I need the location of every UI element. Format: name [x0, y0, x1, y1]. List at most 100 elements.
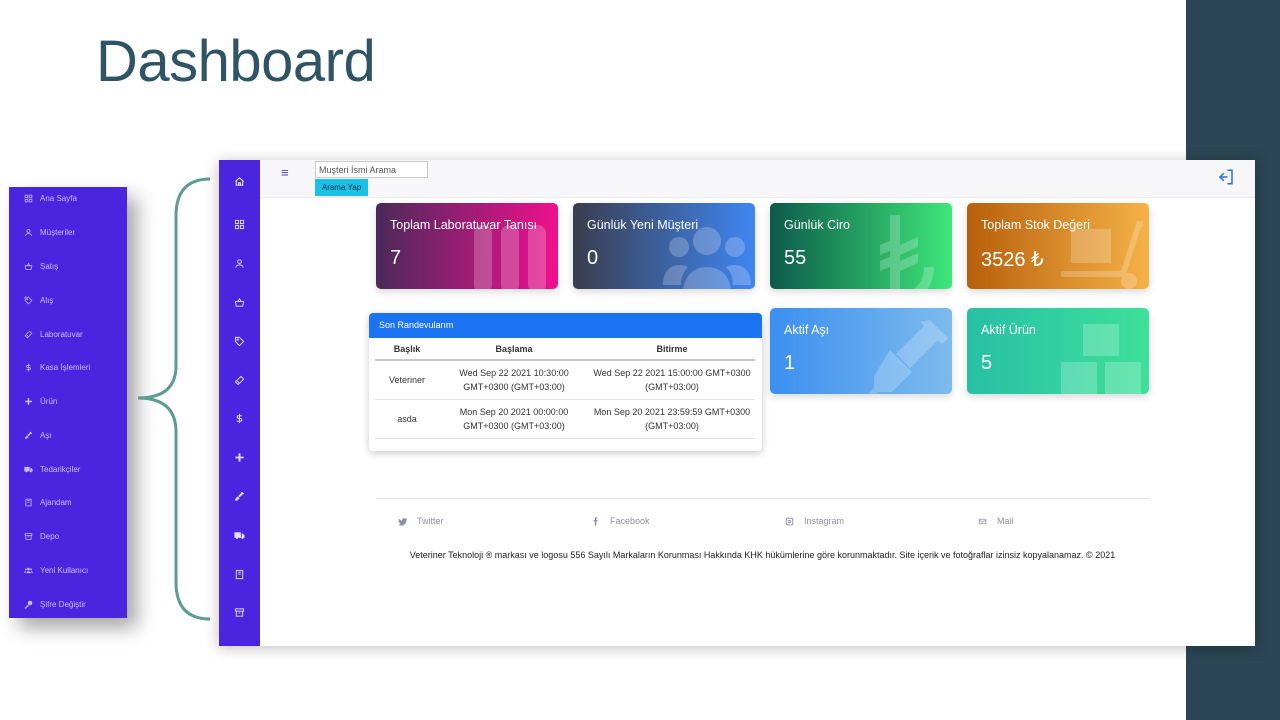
- table-cell: Wed Sep 22 2021 10:30:00 GMT+0300 (GMT+0…: [439, 360, 589, 400]
- column-header: Başlık: [375, 338, 439, 361]
- archive-icon: [22, 530, 34, 542]
- card-value: 7: [390, 247, 402, 269]
- sidebar-item-new-user[interactable]: Yeni Kullanıcı: [9, 560, 127, 580]
- test-tube-icon: [22, 328, 34, 340]
- sidebar-item-warehouse[interactable]: Depo: [9, 526, 127, 546]
- dollar-icon: [22, 361, 34, 373]
- sidebar-item-label: Ürün: [40, 396, 58, 406]
- card-value: 0: [587, 247, 599, 269]
- table-cell: Veteriner: [375, 360, 439, 400]
- card-value: 55: [784, 247, 807, 269]
- appointments-table: Başlık Başlama Bitirme Veteriner Wed Sep…: [375, 338, 755, 439]
- expanded-sidebar: Ana Sayfa Müşteriler Satış Alış Laboratu…: [9, 187, 127, 618]
- column-header: Bitirme: [589, 338, 755, 361]
- card-title: Aktif Aşı: [784, 323, 830, 337]
- panel-header: Son Randevularım: [369, 313, 762, 338]
- home-icon[interactable]: [232, 174, 247, 189]
- syringe-icon: [22, 429, 34, 441]
- truck-icon[interactable]: [232, 528, 247, 543]
- sidebar-item-change-password[interactable]: Şifre Değiştir: [9, 594, 127, 614]
- grid-icon[interactable]: [232, 217, 247, 232]
- syringe-icon[interactable]: [232, 489, 247, 504]
- card-title: Günlük Yeni Müşteri: [587, 218, 699, 232]
- archive-icon[interactable]: [232, 605, 247, 620]
- plus-icon[interactable]: [232, 450, 247, 465]
- dollar-icon[interactable]: [232, 411, 247, 426]
- sidebar-item-label: Yeni Kullanıcı: [40, 565, 89, 575]
- tag-icon: [22, 294, 34, 306]
- sidebar-item-label: Depo: [40, 531, 60, 541]
- key-icon: [22, 598, 34, 610]
- stat-card-lab-tests[interactable]: Toplam Laboratuvar Tanısı 7: [376, 203, 558, 289]
- sidebar-item-home[interactable]: Ana Sayfa: [9, 188, 127, 208]
- user-icon[interactable]: [232, 256, 247, 271]
- test-tube-icon[interactable]: [232, 373, 247, 388]
- instagram-link[interactable]: Instagram: [785, 514, 844, 528]
- mail-icon: [978, 518, 987, 524]
- app-window: ≡ Arama Yap Toplam Laboratuvar Tanısı 7 …: [219, 160, 1255, 646]
- sidebar-item-laboratory[interactable]: Laboratuvar: [9, 324, 127, 344]
- search-button[interactable]: Arama Yap: [315, 179, 368, 196]
- sidebar-item-label: Satış: [40, 261, 59, 271]
- recent-appointments-panel: Son Randevularım Başlık Başlama Bitirme …: [369, 313, 762, 451]
- social-label: Instagram: [804, 516, 845, 526]
- social-label: Facebook: [610, 516, 650, 526]
- facebook-link[interactable]: Facebook: [591, 514, 650, 528]
- table-cell: asda: [375, 399, 439, 439]
- basket-icon: [22, 260, 34, 272]
- copyright-text: Veteriner Teknoloji ® markası ve logosu …: [409, 550, 1116, 560]
- stat-card-daily-revenue[interactable]: Günlük Ciro 55: [770, 203, 952, 289]
- book-icon[interactable]: [232, 567, 247, 582]
- twitter-link[interactable]: Twitter: [398, 514, 444, 528]
- sidebar-item-sales[interactable]: Satış: [9, 256, 127, 276]
- column-header: Başlama: [439, 338, 589, 361]
- boxes-icon: [1057, 320, 1145, 394]
- facebook-icon: [593, 516, 598, 526]
- tag-icon[interactable]: [232, 334, 247, 349]
- stat-card-active-vaccine[interactable]: Aktif Aşı 1: [770, 308, 952, 394]
- sidebar-item-customers[interactable]: Müşteriler: [9, 222, 127, 242]
- sidebar-item-label: Şifre Değiştir: [40, 599, 86, 609]
- hamburger-menu-icon[interactable]: ≡: [281, 165, 289, 180]
- sidebar-item-agenda[interactable]: Ajandam: [9, 492, 127, 512]
- sidebar-item-vaccine[interactable]: Aşı: [9, 425, 127, 445]
- sidebar-item-cash[interactable]: Kasa İşlemleri: [9, 357, 127, 377]
- stat-card-stock-value[interactable]: Toplam Stok Değeri 3526 ₺: [967, 203, 1149, 289]
- sidebar-item-label: Müşteriler: [40, 227, 76, 237]
- instagram-icon: [785, 517, 794, 525]
- card-value: 3526 ₺: [981, 249, 1044, 271]
- slide-title: Dashboard: [96, 29, 376, 94]
- social-label: Twitter: [417, 516, 444, 526]
- mail-link[interactable]: Mail: [978, 514, 1014, 528]
- card-title: Toplam Stok Değeri: [981, 218, 1091, 232]
- card-value: 5: [981, 352, 993, 374]
- card-title: Toplam Laboratuvar Tanısı: [390, 218, 538, 232]
- table-header-row: Başlık Başlama Bitirme: [375, 338, 755, 361]
- sidebar-item-label: Ana Sayfa: [40, 193, 77, 203]
- collapsed-sidebar: [219, 160, 260, 646]
- basket-icon[interactable]: [232, 295, 247, 310]
- sidebar-item-label: Ajandam: [40, 497, 72, 507]
- twitter-icon: [398, 517, 407, 526]
- sidebar-item-purchase[interactable]: Alış: [9, 290, 127, 310]
- sidebar-item-suppliers[interactable]: Tedarikçiler: [9, 459, 127, 479]
- users-icon: [22, 564, 34, 576]
- truck-icon: [22, 463, 34, 475]
- table-cell: Wed Sep 22 2021 15:00:00 GMT+0300 (GMT+0…: [589, 360, 755, 400]
- card-title: Aktif Ürün: [981, 323, 1036, 337]
- lira-icon: [860, 215, 948, 289]
- sidebar-item-label: Alış: [40, 295, 54, 305]
- user-icon: [22, 226, 34, 238]
- stat-card-active-product[interactable]: Aktif Ürün 5: [967, 308, 1149, 394]
- logout-icon[interactable]: [1217, 168, 1235, 186]
- table-row[interactable]: asda Mon Sep 20 2021 00:00:00 GMT+0300 (…: [375, 399, 755, 439]
- customer-search-input[interactable]: [315, 161, 428, 178]
- sidebar-item-label: Kasa İşlemleri: [40, 362, 91, 372]
- table-row[interactable]: Veteriner Wed Sep 22 2021 10:30:00 GMT+0…: [375, 360, 755, 400]
- stat-card-new-customers[interactable]: Günlük Yeni Müşteri 0: [573, 203, 755, 289]
- sidebar-item-label: Tedarikçiler: [40, 464, 81, 474]
- book-icon: [22, 496, 34, 508]
- sidebar-item-product[interactable]: Ürün: [9, 391, 127, 411]
- grid-icon: [22, 192, 34, 204]
- table-cell: Mon Sep 20 2021 00:00:00 GMT+0300 (GMT+0…: [439, 399, 589, 439]
